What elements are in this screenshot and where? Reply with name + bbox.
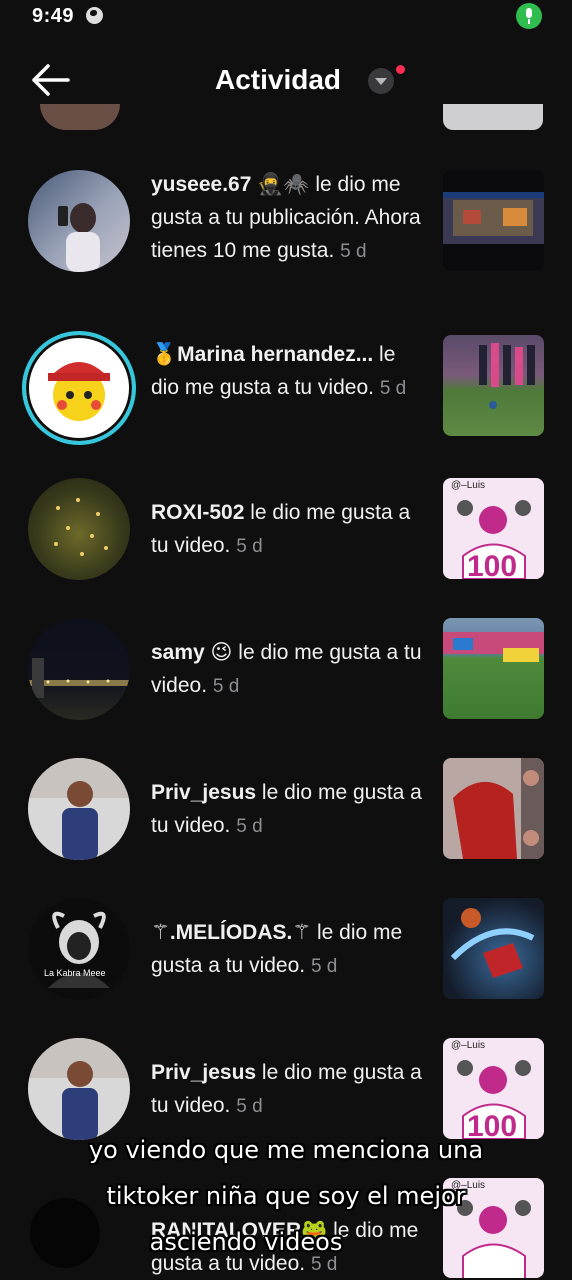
notification-text: yuseee.67 🥷🕷️ le dio me gusta a tu publi… [151,168,426,268]
username[interactable]: Priv_jesus [151,781,256,804]
video-thumbnail[interactable] [443,170,544,271]
timestamp: 5 d [236,816,263,837]
header: Actividad [0,50,572,110]
avatar[interactable] [28,618,130,720]
avatar[interactable] [28,478,130,580]
video-thumbnail[interactable] [443,758,544,859]
username[interactable]: Priv_jesus [151,1061,256,1084]
video-thumbnail[interactable] [443,618,544,719]
microphone-indicator-icon [516,3,542,29]
thumbnail-number: 100 [467,1110,518,1139]
timestamp: 5 d [310,1254,338,1275]
thumbnail-number: 100 [467,550,518,579]
status-time: 9:49 [32,5,75,27]
status-bar: 9:49 [0,0,572,34]
timestamp: 5 d [379,378,407,399]
notification-row[interactable]: ROXI-502 le dio me gusta a tu video. 5 d… [0,458,572,598]
timestamp: 5 d [236,1096,263,1117]
notification-row[interactable]: RANITALOVER🐸 le dio me gusta a tu video.… [0,1158,572,1280]
notification-row[interactable]: yuseee.67 🥷🕷️ le dio me gusta a tu publi… [0,150,572,290]
notification-text: samy 😉 le dio me gusta a tu video. 5 d [151,636,426,703]
video-caption-line: tiktoker niña que soy el mejor [106,1182,466,1210]
avatar[interactable] [28,1038,130,1140]
chevron-down-icon[interactable] [368,68,394,94]
globe-icon [86,7,103,24]
video-thumbnail[interactable]: @–Luis 100 [443,1038,544,1139]
thumbnail-label: @–Luis [451,480,486,491]
timestamp: 5 d [310,956,338,977]
timestamp: 5 d [212,676,240,697]
avatar-label: La Kabra Meee [44,968,106,978]
thumbnail-label: @–Luis [451,1040,486,1051]
arrow-left-icon [32,64,70,96]
username[interactable]: yuseee.67 🥷🕷️ [151,173,310,196]
username[interactable]: ⚚.MELÍODAS.⚚ [151,921,311,944]
notification-text: ⚚.MELÍODAS.⚚ le dio me gusta a tu video.… [151,916,426,983]
notification-row[interactable]: La Kabra Meee ⚚.MELÍODAS.⚚ le dio me gus… [0,878,572,1018]
video-thumbnail[interactable] [443,898,544,999]
video-thumbnail[interactable]: @–Luis 100 [443,478,544,579]
avatar[interactable] [28,758,130,860]
notification-row[interactable]: samy 😉 le dio me gusta a tu video. 5 d [0,598,572,738]
username[interactable]: ROXI-502 [151,501,244,524]
notification-row[interactable]: Priv_jesus le dio me gusta a tu video. 5… [0,738,572,878]
video-caption-line: yo viendo que me menciona una [88,1136,484,1164]
video-thumbnail[interactable] [443,104,543,130]
video-caption-line: asciendo videos [149,1228,343,1256]
notification-text: Priv_jesus le dio me gusta a tu video. 5… [151,1056,426,1123]
notification-text: ROXI-502 le dio me gusta a tu video. 5 d [151,496,426,563]
avatar[interactable] [28,170,130,272]
timestamp: 5 d [340,241,367,262]
notification-row[interactable]: 🥇Marina hernandez... le dio me gusta a t… [0,318,572,458]
timestamp: 5 d [236,536,263,557]
username[interactable]: samy 😉 [151,641,232,664]
notification-text: 🥇Marina hernandez... le dio me gusta a t… [151,338,426,405]
notification-dot [396,65,405,74]
avatar[interactable]: La Kabra Meee [28,898,130,1000]
username[interactable]: 🥇Marina hernandez... [151,343,373,366]
avatar[interactable] [22,331,136,445]
page-title: Actividad [215,64,342,95]
video-thumbnail[interactable] [443,335,544,436]
notification-text: Priv_jesus le dio me gusta a tu video. 5… [151,776,426,843]
avatar[interactable] [40,104,120,130]
back-button[interactable] [28,60,72,100]
